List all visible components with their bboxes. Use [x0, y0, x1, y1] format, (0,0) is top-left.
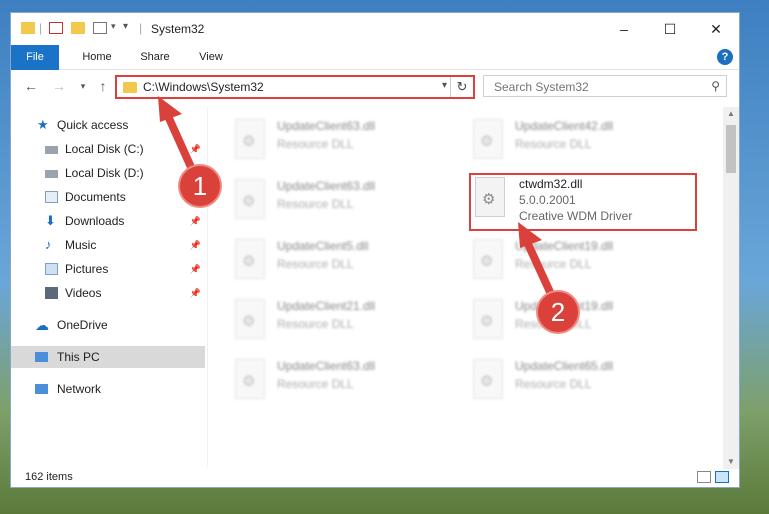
step-marker-2: 2 [538, 292, 578, 332]
annotation-overlay [158, 96, 554, 296]
arrow-2-line [524, 240, 554, 296]
arrow-1-head [158, 96, 182, 122]
step-marker-1: 1 [180, 166, 220, 206]
arrow-2-head [518, 222, 542, 248]
